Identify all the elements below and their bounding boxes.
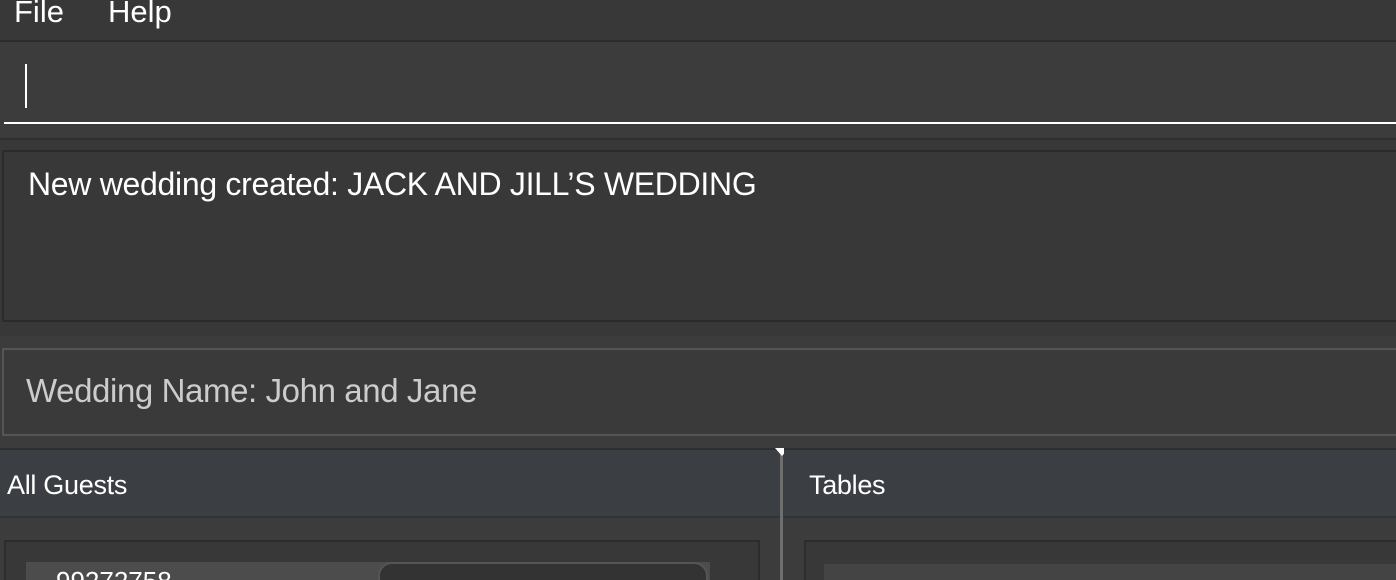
wedding-name-placeholder: Wedding Name: John and Jane	[0, 336, 1396, 448]
list-item[interactable]	[824, 564, 1396, 580]
menu-bar: File Help	[0, 0, 1396, 42]
guest-list-panel: All Guests 99272758	[0, 448, 780, 580]
app-window: File Help New wedding created: JACK AND …	[0, 0, 1396, 580]
menu-help[interactable]: Help	[108, 0, 172, 32]
tables-list[interactable]	[804, 540, 1396, 580]
guest-list[interactable]: 99272758	[4, 540, 760, 580]
wedding-name-label: Wedding Name: John and Jane	[26, 372, 477, 409]
split-pane: All Guests 99272758 Tables	[0, 448, 1396, 580]
list-item[interactable]: 99272758	[26, 562, 710, 580]
command-box-placeholder	[0, 42, 1396, 138]
command-input[interactable]	[4, 42, 1396, 124]
result-message: New wedding created: JACK AND JILL’S WED…	[28, 166, 757, 202]
tables-header: Tables	[784, 448, 1396, 518]
guest-tag	[378, 562, 708, 580]
guest-list-title: All Guests	[7, 470, 128, 500]
result-display-placeholder: New wedding created: JACK AND JILL’S WED…	[0, 138, 1396, 338]
tables-panel: Tables	[784, 448, 1396, 580]
guest-list-header: All Guests	[0, 448, 780, 518]
result-display[interactable]: New wedding created: JACK AND JILL’S WED…	[2, 150, 1396, 322]
guest-phone: 99272758	[56, 566, 172, 580]
split-divider[interactable]	[780, 448, 783, 580]
wedding-name-display: Wedding Name: John and Jane	[2, 348, 1396, 436]
menu-file[interactable]: File	[14, 0, 64, 32]
tables-title: Tables	[809, 470, 886, 500]
text-caret	[25, 64, 27, 108]
